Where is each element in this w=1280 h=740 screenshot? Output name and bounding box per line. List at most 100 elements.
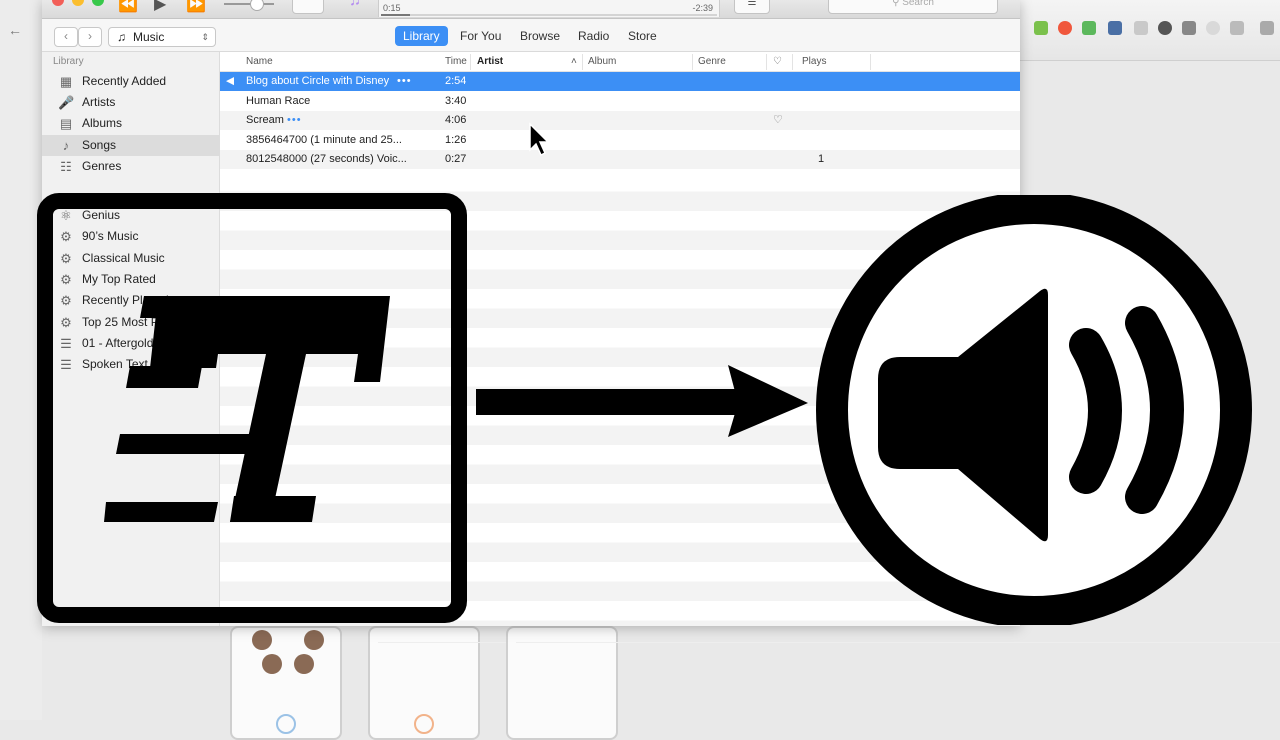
play-icon[interactable]: ▶ — [154, 0, 166, 14]
column-header-album[interactable]: Album — [588, 56, 616, 67]
table-row[interactable]: Scream ••• 4:06 ♡ — [220, 111, 1020, 130]
avatar — [304, 630, 324, 650]
fast-forward-icon[interactable]: ⏩ — [186, 0, 206, 14]
right-arrow-icon — [476, 365, 808, 437]
avatar — [262, 654, 282, 674]
sidebar-item-label: Songs — [82, 138, 117, 152]
text-document-icon — [104, 296, 390, 522]
background-browser-strip: ← — [0, 0, 42, 720]
more-options-icon[interactable]: ••• — [287, 111, 302, 130]
close-window-button[interactable] — [52, 0, 64, 6]
volume-slider-knob[interactable] — [250, 0, 264, 11]
sidebar-item-albums[interactable]: ▤ Albums — [42, 113, 219, 134]
column-divider — [766, 54, 767, 70]
search-placeholder: Search — [902, 0, 934, 8]
playback-status: 0:15 -2:39 — [378, 0, 720, 17]
airplay-button[interactable] — [292, 0, 324, 14]
title-bar: ⏪ ▶ ⏩ ♫ 0:15 -2:39 ☰ ⚲ Search — [42, 0, 1020, 19]
extension-icon — [1108, 21, 1122, 35]
song-name: Scream — [246, 114, 284, 126]
sidebar-item-genres[interactable]: ☷ Genres — [42, 156, 219, 177]
now-playing-artwork-icon: ♫ — [349, 0, 361, 9]
column-divider — [792, 54, 793, 70]
menu-icon — [1260, 21, 1274, 35]
list-item — [516, 632, 1280, 643]
background-phone-mockup — [368, 626, 1178, 740]
speaker-volume-icon — [816, 195, 1252, 625]
extension-icon — [1034, 21, 1048, 35]
tab-for-you[interactable]: For You — [452, 26, 509, 46]
pause-icon — [276, 714, 296, 734]
song-time: 1:26 — [445, 133, 467, 146]
song-time: 0:27 — [445, 153, 467, 165]
avatar — [252, 630, 272, 650]
remaining-time: -2:39 — [692, 3, 713, 13]
song-plays: 1 — [818, 153, 825, 165]
loved-heart-icon[interactable]: ♡ — [773, 111, 783, 130]
tab-store[interactable]: Store — [620, 26, 665, 46]
song-time: 4:06 — [445, 114, 467, 126]
table-row[interactable]: 3856464700 (1 minute and 25... 1:26 — [220, 131, 1020, 150]
background-phone-mockup — [230, 626, 342, 740]
zoom-window-button[interactable] — [92, 0, 104, 6]
song-name: 8012548000 (27 seconds) Voic... — [246, 153, 407, 165]
volume-slider[interactable] — [224, 3, 274, 5]
navigation-toolbar: ‹ › ♫ Music ⇕ Library For You Browse Rad… — [42, 19, 1020, 52]
sidebar-item-artists[interactable]: 🎤 Artists — [42, 92, 219, 113]
forward-button[interactable]: › — [78, 27, 102, 47]
search-input[interactable]: ⚲ Search — [828, 0, 998, 14]
table-row[interactable]: Human Race 3:40 — [220, 92, 1020, 111]
tab-browse[interactable]: Browse — [512, 26, 568, 46]
tab-library[interactable]: Library — [395, 26, 448, 46]
now-playing-speaker-icon: ◀ — [226, 75, 235, 87]
column-header-artist[interactable]: Artist — [477, 56, 503, 67]
sidebar-item-label: Artists — [82, 95, 116, 109]
tab-radio[interactable]: Radio — [570, 26, 617, 46]
artist-mic-icon: 🎤 — [58, 95, 75, 110]
music-note-icon: ♫ — [117, 30, 126, 44]
up-next-button[interactable]: ☰ — [734, 0, 770, 14]
song-name: 3856464700 (1 minute and 25... — [246, 133, 402, 146]
back-button[interactable]: ‹ — [54, 27, 78, 47]
background-browser-toolbar — [1020, 0, 1280, 61]
heart-icon[interactable]: ♡ — [773, 56, 782, 67]
background-phone-mockup — [506, 626, 1280, 740]
column-header-genre[interactable]: Genre — [698, 56, 726, 67]
column-divider — [870, 54, 871, 70]
chevron-updown-icon: ⇕ — [201, 32, 209, 42]
rewind-icon[interactable]: ⏪ — [118, 0, 138, 14]
sidebar-item-label: Recently Added — [82, 74, 167, 88]
extension-icon — [1230, 21, 1244, 35]
sidebar-item-songs[interactable]: ♪ Songs — [42, 135, 219, 156]
elapsed-time: 0:15 — [383, 3, 401, 13]
column-divider — [692, 54, 693, 70]
column-header-plays[interactable]: Plays — [802, 56, 826, 67]
extension-icon — [1206, 21, 1220, 35]
album-icon: ▤ — [59, 116, 73, 131]
media-type-label: Music — [133, 30, 165, 44]
playback-progress-bar[interactable] — [381, 14, 717, 16]
minimize-window-button[interactable] — [72, 0, 84, 6]
sidebar-item-label: Albums — [82, 116, 123, 130]
column-header-name[interactable]: Name — [246, 56, 273, 67]
pause-icon — [414, 714, 434, 734]
back-arrow-icon: ← — [8, 22, 22, 38]
extension-icon — [1182, 21, 1196, 35]
sidebar-item-recently-added[interactable]: ▦ Recently Added — [42, 71, 219, 92]
media-type-select[interactable]: ♫ Music ⇕ — [108, 27, 216, 47]
genres-icon: ☷ — [60, 159, 72, 174]
extension-icon — [1082, 21, 1096, 35]
search-icon: ⚲ — [892, 0, 903, 8]
recently-added-icon: ▦ — [59, 74, 73, 89]
column-divider — [582, 54, 583, 70]
song-name: Human Race — [246, 94, 311, 107]
sidebar-item-label: Genres — [82, 159, 122, 173]
table-row[interactable]: 8012548000 (27 seconds) Voic... 0:27 1 — [220, 150, 1020, 169]
sort-ascending-icon: ˄ — [571, 56, 577, 67]
more-options-icon[interactable]: ••• — [397, 72, 412, 91]
column-header-time[interactable]: Time — [445, 56, 467, 67]
extension-icon — [1158, 21, 1172, 35]
song-time: 2:54 — [445, 75, 467, 87]
table-row[interactable]: ◀ Blog about Circle with Disney ••• 2:54 — [220, 72, 1020, 91]
extension-icon — [1058, 21, 1072, 35]
